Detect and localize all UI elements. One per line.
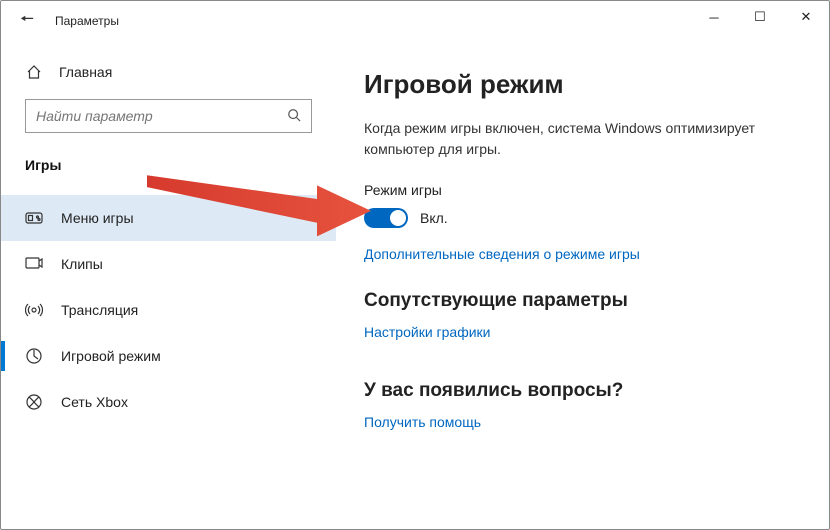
sidebar-item-label: Сеть Xbox <box>61 394 128 410</box>
maximize-button[interactable]: ☐ <box>737 1 783 33</box>
sidebar-item-label: Меню игры <box>61 210 134 226</box>
related-heading: Сопутствующие параметры <box>364 290 801 312</box>
search-box[interactable] <box>25 99 312 133</box>
game-mode-icon <box>25 347 43 365</box>
home-label: Главная <box>59 64 112 80</box>
home-icon <box>25 63 43 81</box>
window-title: Параметры <box>55 14 119 28</box>
maximize-icon: ☐ <box>754 9 766 25</box>
category-label: Игры <box>1 151 336 195</box>
xbox-network-icon <box>25 393 43 411</box>
sidebar-item-game-bar[interactable]: Меню игры <box>1 195 336 241</box>
content-pane: Игровой режим Когда режим игры включен, … <box>336 41 829 529</box>
titlebar: 🠔 Параметры ─ ☐ ✕ <box>1 1 829 41</box>
sidebar-item-label: Трансляция <box>61 302 138 318</box>
settings-window: 🠔 Параметры ─ ☐ ✕ Главная Игры <box>0 0 830 530</box>
toggle-state-label: Вкл. <box>420 210 448 226</box>
back-button[interactable]: 🠔 <box>13 7 41 35</box>
questions-heading: У вас появились вопросы? <box>364 380 801 402</box>
close-button[interactable]: ✕ <box>783 1 829 33</box>
search-input[interactable] <box>36 108 287 124</box>
minimize-icon: ─ <box>709 10 718 25</box>
game-bar-icon <box>25 209 43 227</box>
broadcast-icon <box>25 301 43 319</box>
get-help-link[interactable]: Получить помощь <box>364 414 801 430</box>
arrow-left-icon: 🠔 <box>20 8 34 35</box>
more-info-link[interactable]: Дополнительные сведения о режиме игры <box>364 246 801 262</box>
sidebar-item-broadcasting[interactable]: Трансляция <box>1 287 336 333</box>
sidebar-item-xbox-network[interactable]: Сеть Xbox <box>1 379 336 425</box>
graphics-settings-link[interactable]: Настройки графики <box>364 324 801 340</box>
toggle-section-label: Режим игры <box>364 182 801 198</box>
minimize-button[interactable]: ─ <box>691 1 737 33</box>
sidebar-item-captures[interactable]: Клипы <box>1 241 336 287</box>
sidebar-item-label: Клипы <box>61 256 103 272</box>
sidebar: Главная Игры Меню игры Клипы <box>1 41 336 529</box>
game-mode-toggle[interactable] <box>364 208 408 228</box>
page-title: Игровой режим <box>364 69 801 100</box>
close-icon: ✕ <box>801 9 812 25</box>
search-icon <box>287 108 301 125</box>
sidebar-item-label: Игровой режим <box>61 348 161 364</box>
captures-icon <box>25 255 43 273</box>
home-link[interactable]: Главная <box>1 53 336 91</box>
sidebar-item-game-mode[interactable]: Игровой режим <box>1 333 336 379</box>
page-description: Когда режим игры включен, система Window… <box>364 118 784 160</box>
